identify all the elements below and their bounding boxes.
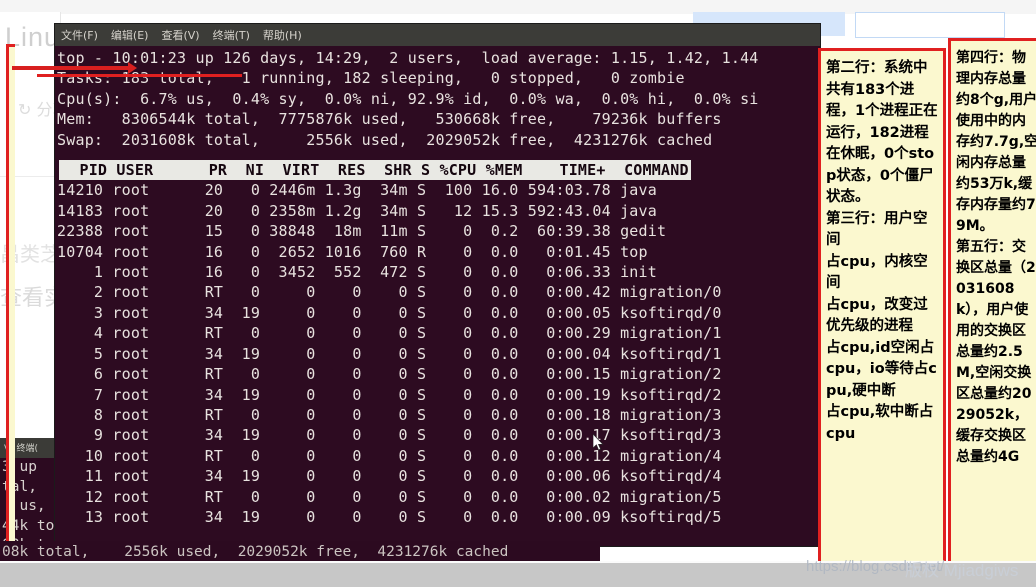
table-row: 13 root 34 19 0 0 0 S 0 0.0 0:00.09 ksof… [57,507,722,526]
top-summary-line-mem: Mem: 8306544k total, 7775876k used, 5306… [57,110,722,129]
table-row: 6 root RT 0 0 0 0 S 0 0.0 0:00.15 migrat… [57,365,722,384]
table-row: 4 root RT 0 0 0 0 S 0 0.0 0:00.29 migrat… [57,324,722,343]
table-row: 11 root 34 19 0 0 0 S 0 0.0 0:00.06 ksof… [57,467,722,486]
table-row: 12 root RT 0 0 0 0 S 0 0.0 0:00.02 migra… [57,487,722,506]
top-summary-line-swap: Swap: 2031608k total, 2556k used, 202905… [57,130,713,149]
table-row: 1 root 16 0 3452 552 472 S 0 0.0 0:06.33… [57,263,657,282]
background-terminal-status-line: 08k total, 2556k used, 2029052k free, 42… [0,541,600,563]
menu-item-view[interactable]: 查看(V) [161,27,199,43]
terminal-menubar: 文件(F) 编辑(E) 查看(V) 终端(T) 帮助(H) [55,24,820,46]
background-terminal-status-text: 08k total, 2556k used, 2029052k free, 42… [2,544,509,560]
annotation-note-text: 第二行：系统中共有183个进程，1个进程正在运行，182进程在休眠，0个stop… [826,60,938,442]
table-row: 9 root 34 19 0 0 0 S 0 0.0 0:00.17 ksoft… [57,426,722,445]
top-summary-line-tasks: Tasks: 183 total, 1 running, 182 sleepin… [57,69,685,88]
annotation-note-text: 第四行：物理内存总量约8个g,用户使用中的内存约7.7g,空闲内存总量约53万k… [956,50,1036,465]
terminal-window[interactable]: 文件(F) 编辑(E) 查看(V) 终端(T) 帮助(H) top - 10:0… [55,24,820,546]
table-row: 7 root 34 19 0 0 0 S 0 0.0 0:00.19 ksoft… [57,385,722,404]
annotation-left-bracket [6,44,15,550]
mouse-cursor-icon [593,434,604,451]
terminal-output: top - 10:01:23 up 126 days, 14:29, 2 use… [55,46,820,527]
table-row: 14183 root 20 0 2358m 1.2g 34m S 12 15.3… [57,201,657,220]
table-row: 3 root 34 19 0 0 0 S 0 0.0 0:00.05 ksoft… [57,303,722,322]
process-table-header: PID USER PR NI VIRT RES SHR S %CPU %MEM … [59,160,691,181]
table-row: 8 root RT 0 0 0 0 S 0 0.0 0:00.18 migrat… [57,405,722,424]
annotation-underline [37,74,242,77]
menu-item-file[interactable]: 文件(F) [61,27,98,43]
table-row: 2 root RT 0 0 0 0 S 0 0.0 0:00.42 migrat… [57,283,722,302]
watermark-author: 版权 Mjiadgiws [905,561,1019,580]
table-row: 5 root 34 19 0 0 0 S 0 0.0 0:00.04 ksoft… [57,344,722,363]
background-tab-outlined[interactable] [855,12,1005,38]
menu-item-terminal[interactable]: 终端(T) [213,27,250,43]
table-row: 14210 root 20 0 2446m 1.3g 34m S 100 16.… [57,181,657,200]
top-summary-line-cpu: Cpu(s): 6.7% us, 0.4% sy, 0.0% ni, 92.9%… [57,89,759,108]
top-summary-line-uptime: top - 10:01:23 up 126 days, 14:29, 2 use… [57,49,759,67]
menu-item-help[interactable]: 帮助(H) [263,27,302,43]
annotation-arrow [12,62,137,74]
table-row: 10 root RT 0 0 0 0 S 0 0.0 0:00.12 migra… [57,446,722,465]
table-row: 10704 root 16 0 2652 1016 760 R 0 0.0 0:… [57,242,648,261]
menu-item-edit[interactable]: 编辑(E) [111,27,149,43]
table-row: 22388 root 15 0 38848 18m 11m S 0 0.2 60… [57,222,667,241]
annotation-note-tasks-cpu: 第二行：系统中共有183个进程，1个进程正在运行，182进程在休眠，0个stop… [818,48,946,566]
annotation-note-mem-swap: 第四行：物理内存总量约8个g,用户使用中的内存约7.7g,空闲内存总量约53万k… [948,38,1036,566]
